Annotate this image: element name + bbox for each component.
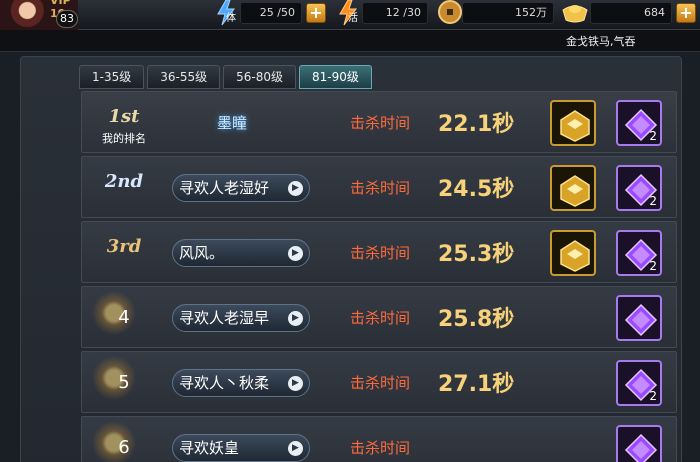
player-name: 寻欢妖皇 (179, 439, 240, 457)
gem-count: 2 (649, 129, 657, 143)
rank-badge: 2nd (92, 161, 156, 213)
ticker-text: 金戈铁马,气吞 (566, 35, 636, 48)
kill-time-label: 击杀时间 (350, 439, 411, 457)
kill-time-value: 25.8秒 (438, 307, 515, 332)
coins-value: 152万 (462, 2, 554, 24)
rank-badge: 3rd (92, 226, 156, 278)
gold-reward[interactable] (550, 230, 596, 276)
rank-badge: 1st 我的排名 (92, 96, 156, 148)
kill-time-value: 22.1秒 (438, 112, 515, 137)
kill-time-label: 击杀时间 (350, 244, 411, 262)
ranking-list: 1st 我的排名 墨瞳 击杀时间 22.1秒 2 2nd 寻欢人老湿好 ▶ 击杀… (81, 91, 677, 462)
rank-badge: 6 (92, 421, 156, 462)
level-tabs: 1-35级 36-55级 56-80级 81-90级 (79, 65, 372, 91)
player-name: 寻欢人丶秋柔 (179, 374, 270, 392)
tab-36-55[interactable]: 36-55级 (147, 65, 221, 89)
rank-badge: 4 (92, 291, 156, 343)
gold-reward[interactable] (550, 100, 596, 146)
activity-label: 活 (348, 13, 358, 24)
treasure-icon (560, 175, 590, 207)
treasure-icon (560, 240, 590, 272)
treasure-icon (560, 110, 590, 142)
gem-reward[interactable]: 2 (616, 165, 662, 211)
gem-count: 2 (649, 389, 657, 403)
gem-reward[interactable] (616, 295, 662, 341)
arrow-right-icon: ▶ (288, 311, 303, 326)
kill-time-value: 25.3秒 (438, 242, 515, 267)
coin-icon (436, 0, 464, 26)
rank-text: 5 (118, 372, 130, 393)
ranking-row-1: 1st 我的排名 墨瞳 击杀时间 22.1秒 2 (81, 91, 677, 153)
rank-text: 6 (118, 437, 130, 458)
rank-text: 3rd (106, 236, 142, 257)
player-level: 83 (56, 10, 78, 28)
rank-badge: 5 (92, 356, 156, 408)
gem-count: 2 (649, 259, 657, 273)
add-gold-button[interactable]: + (676, 3, 696, 23)
kill-time-value: 27.1秒 (438, 372, 515, 397)
kill-time-value: 24.5秒 (438, 177, 515, 202)
ranking-row-4: 4 寻欢人老湿早 ▶ 击杀时间 25.8秒 (81, 286, 677, 348)
gem-reward[interactable]: 2 (616, 360, 662, 406)
ranking-panel: 1-35级 36-55级 56-80级 81-90级 1st 我的排名 墨瞳 击… (20, 56, 682, 462)
top-resource-bar: VIP 10 83 体 25 /50 + 活 12 /30 152万 684 + (0, 0, 700, 30)
player-avatar[interactable]: VIP 10 83 (0, 0, 78, 30)
ranking-row-3: 3rd 风风。 ▶ 击杀时间 25.3秒 2 (81, 221, 677, 283)
arrow-right-icon: ▶ (288, 376, 303, 391)
player-name-button[interactable]: 寻欢人老湿好 ▶ (172, 174, 310, 202)
gem-reward[interactable] (616, 425, 662, 462)
ranking-row-5: 5 寻欢人丶秋柔 ▶ 击杀时间 27.1秒 2 (81, 351, 677, 413)
player-name: 风风。 (179, 244, 225, 262)
news-ticker: 金戈铁马,气吞 (0, 30, 700, 52)
activity-value: 12 /30 (362, 2, 428, 24)
tab-81-90[interactable]: 81-90级 (299, 65, 372, 89)
rank-text: 4 (118, 307, 130, 328)
purple-gem-icon (624, 433, 658, 462)
add-stamina-button[interactable]: + (306, 3, 326, 23)
kill-time-label: 击杀时间 (350, 309, 411, 327)
rank-text: 1st (108, 106, 140, 127)
gem-reward[interactable]: 2 (616, 100, 662, 146)
player-name-button[interactable]: 寻欢妖皇 ▶ (172, 434, 310, 462)
gold-value: 684 (590, 2, 672, 24)
kill-time-label: 击杀时间 (350, 114, 411, 132)
ranking-row-6: 6 寻欢妖皇 ▶ 击杀时间 (81, 416, 677, 462)
player-name-button[interactable]: 风风。 ▶ (172, 239, 310, 267)
gem-reward[interactable]: 2 (616, 230, 662, 276)
gold-reward[interactable] (550, 165, 596, 211)
stamina-value: 25 /50 (240, 2, 302, 24)
player-name-button[interactable]: 寻欢人丶秋柔 ▶ (172, 369, 310, 397)
kill-time-label: 击杀时间 (350, 179, 411, 197)
ranking-row-2: 2nd 寻欢人老湿好 ▶ 击杀时间 24.5秒 2 (81, 156, 677, 218)
arrow-right-icon: ▶ (288, 246, 303, 261)
stamina-label: 体 (226, 13, 236, 24)
player-name: 寻欢人老湿好 (179, 179, 270, 197)
my-rank-label: 我的排名 (102, 132, 146, 145)
arrow-right-icon: ▶ (288, 441, 303, 456)
purple-gem-icon (624, 303, 658, 337)
player-name: 墨瞳 (216, 114, 247, 132)
player-name: 寻欢人老湿早 (179, 309, 270, 327)
kill-time-label: 击杀时间 (350, 374, 411, 392)
gem-count: 2 (649, 194, 657, 208)
arrow-right-icon: ▶ (288, 181, 303, 196)
gold-ingot-icon (560, 0, 588, 26)
rank-text: 2nd (104, 171, 144, 192)
tab-56-80[interactable]: 56-80级 (223, 65, 296, 89)
player-name-button[interactable]: 寻欢人老湿早 ▶ (172, 304, 310, 332)
tab-1-35[interactable]: 1-35级 (79, 65, 145, 89)
